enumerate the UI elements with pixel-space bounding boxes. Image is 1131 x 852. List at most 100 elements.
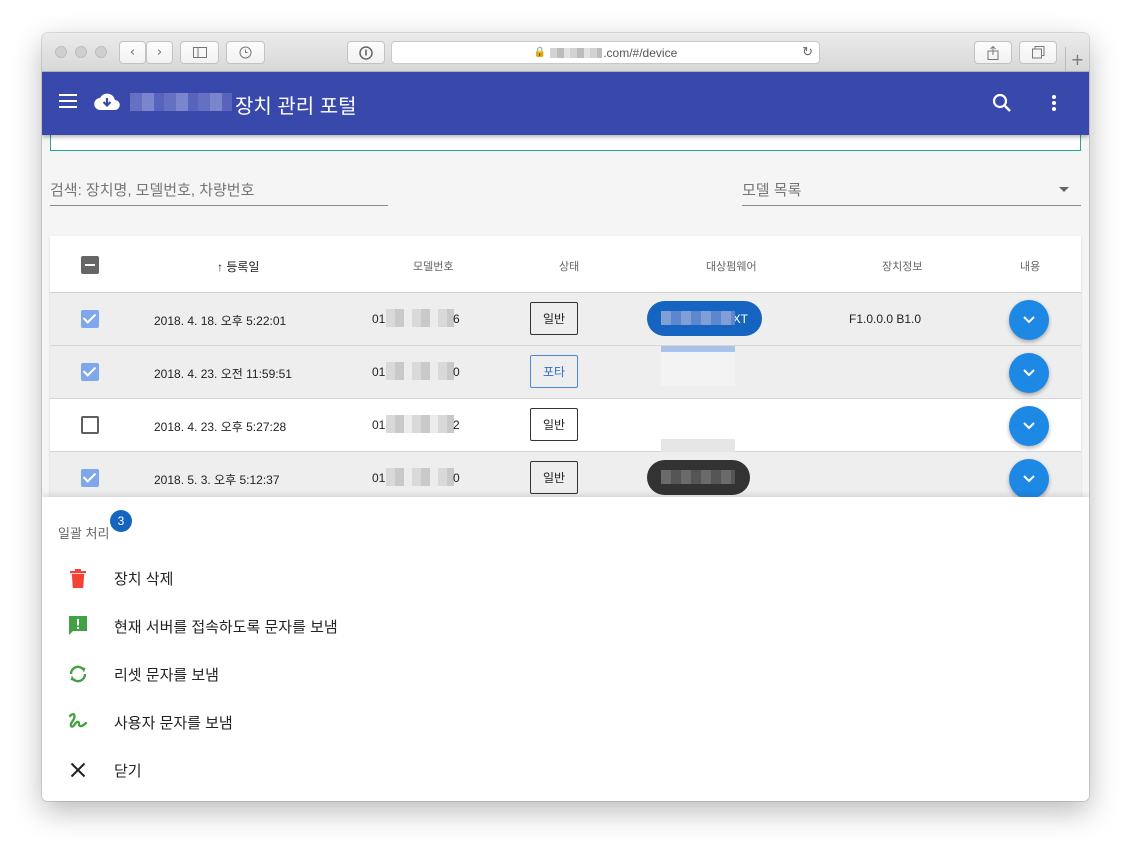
- row-model-prefix: 01: [372, 471, 386, 485]
- history-button[interactable]: [226, 41, 265, 64]
- chevron-left-icon: ‹: [129, 45, 136, 60]
- send-reset-sms-label: 리셋 문자를 보냄: [114, 667, 219, 684]
- row-checkbox[interactable]: [81, 469, 99, 487]
- chevron-down-icon: [1023, 369, 1035, 377]
- redacted-model: [386, 362, 454, 380]
- row-date: 2018. 4. 23. 오전 11:59:51: [154, 367, 292, 381]
- close-icon: [67, 759, 89, 781]
- redacted-model: [386, 309, 454, 327]
- row-checkbox[interactable]: [81, 363, 99, 381]
- row-device-info: F1.0.0.0 B1.0: [849, 312, 922, 326]
- status-badge[interactable]: 일반: [530, 408, 578, 441]
- send-user-sms-label: 사용자 문자를 보냄: [114, 715, 233, 732]
- status-badge[interactable]: 일반: [530, 461, 578, 494]
- close-sheet-action[interactable]: 닫기: [42, 745, 1089, 793]
- status-badge[interactable]: 일반: [530, 302, 578, 335]
- row-checkbox[interactable]: [81, 310, 99, 328]
- expand-button[interactable]: [1009, 406, 1049, 446]
- row-date: 2018. 4. 18. 오후 5:22:01: [154, 314, 287, 328]
- collapsed-panel: [50, 135, 1081, 151]
- row-date: 2018. 5. 3. 오후 5:12:37: [154, 473, 280, 487]
- sidebar-icon: [192, 47, 207, 58]
- search-icon[interactable]: [992, 93, 1012, 113]
- device-table: ↑ 등록일 모델번호 상태 대상펌웨어 장치정보 내용 2018. 4. 18.…: [50, 236, 1081, 497]
- sms-alert-icon: [67, 615, 89, 637]
- expand-button[interactable]: [1009, 353, 1049, 393]
- close-window-button[interactable]: [55, 46, 67, 58]
- page-title: 장치 관리 포털: [235, 96, 357, 118]
- row-model-prefix: 01: [372, 312, 386, 326]
- address-bar[interactable]: 🔒 .com/#/device ↻: [391, 41, 820, 64]
- forward-button[interactable]: ›: [146, 41, 173, 64]
- cloud-download-icon: [94, 93, 120, 111]
- browser-toolbar: ‹ › 🔒 .com/#/device ↻ +: [42, 33, 1089, 72]
- privacy-report-button[interactable]: [347, 41, 385, 64]
- chevron-down-icon: [1023, 475, 1035, 483]
- plus-icon: +: [1070, 50, 1085, 69]
- firmware-chip[interactable]: [647, 460, 750, 495]
- send-connect-sms-action[interactable]: 현재 서버를 접속하도록 문자를 보냄: [42, 601, 1089, 649]
- share-button[interactable]: [974, 41, 1012, 64]
- signature-icon: [67, 711, 89, 733]
- chevron-down-icon: [1023, 422, 1035, 430]
- send-user-sms-action[interactable]: 사용자 문자를 보냄: [42, 697, 1089, 745]
- model-placeholder: 모델 목록: [742, 182, 802, 199]
- header-model: 모델번호: [413, 261, 454, 273]
- header-device-info: 장치정보: [882, 261, 923, 273]
- firmware-chip[interactable]: XT: [647, 301, 762, 336]
- send-connect-sms-label: 현재 서버를 접속하도록 문자를 보냄: [114, 619, 338, 636]
- redacted-model: [386, 415, 454, 433]
- menu-icon[interactable]: [59, 94, 77, 108]
- expand-button[interactable]: [1009, 300, 1049, 340]
- new-tab-button[interactable]: +: [1065, 47, 1089, 72]
- status-badge[interactable]: 포타: [530, 355, 578, 388]
- selection-count-badge: 3: [110, 510, 132, 532]
- delete-device-label: 장치 삭제: [114, 571, 174, 588]
- redacted-firmware: [661, 470, 735, 484]
- reload-icon[interactable]: ↻: [802, 44, 813, 60]
- expand-button[interactable]: [1009, 459, 1049, 497]
- url-text: .com/#/device: [603, 45, 678, 60]
- redacted-firmware: [661, 439, 735, 452]
- back-button[interactable]: ‹: [119, 41, 146, 64]
- select-all-checkbox[interactable]: [81, 256, 99, 274]
- header-status: 상태: [559, 261, 580, 273]
- delete-device-action[interactable]: 장치 삭제: [42, 553, 1089, 601]
- zoom-window-button[interactable]: [95, 46, 107, 58]
- row-date: 2018. 4. 23. 오후 5:27:28: [154, 420, 287, 434]
- table-row[interactable]: 2018. 4. 18. 오후 5:22:01 01 6 일반 XT F1.0.…: [50, 293, 1081, 346]
- header-content: 내용: [1020, 261, 1041, 273]
- clock-icon: [239, 46, 252, 59]
- table-header: ↑ 등록일 모델번호 상태 대상펌웨어 장치정보 내용: [50, 236, 1081, 293]
- app-bar: 장치 관리 포털: [42, 72, 1089, 135]
- chevron-right-icon: ›: [156, 45, 163, 60]
- header-registered-date[interactable]: ↑ 등록일: [217, 258, 259, 275]
- sidebar-button[interactable]: [180, 41, 219, 64]
- table-row[interactable]: 2018. 4. 23. 오전 11:59:51 01 0 포타: [50, 346, 1081, 399]
- table-row[interactable]: 2018. 5. 3. 오후 5:12:37 01 0 일반: [50, 452, 1081, 497]
- redacted-firmware: [661, 311, 735, 325]
- search-placeholder: 검색: 장치명, 모델번호, 차량번호: [50, 182, 255, 199]
- row-model-suffix: 0: [453, 471, 460, 485]
- more-vert-icon[interactable]: [1052, 95, 1056, 113]
- row-model-suffix: 0: [453, 365, 460, 379]
- tabs-overview-button[interactable]: [1019, 41, 1057, 64]
- search-input[interactable]: 검색: 장치명, 모델번호, 차량번호: [50, 179, 388, 206]
- row-model-prefix: 01: [372, 365, 386, 379]
- redacted-brand: [130, 93, 232, 111]
- row-checkbox[interactable]: [81, 416, 99, 434]
- close-sheet-label: 닫기: [114, 763, 142, 780]
- redacted-model: [386, 468, 454, 486]
- row-model-suffix: 2: [453, 418, 460, 432]
- redacted-firmware: [661, 346, 735, 386]
- model-select[interactable]: 모델 목록: [742, 179, 1081, 206]
- header-firmware: 대상펌웨어: [706, 261, 757, 273]
- row-model-suffix: 6: [453, 312, 460, 326]
- table-row[interactable]: 2018. 4. 23. 오후 5:27:28 01 2 일반: [50, 399, 1081, 452]
- send-reset-sms-action[interactable]: 리셋 문자를 보냄: [42, 649, 1089, 697]
- device-list-area: 검색: 장치명, 모델번호, 차량번호 모델 목록 ↑ 등록일 모델번호 상태 …: [42, 135, 1089, 497]
- minimize-window-button[interactable]: [75, 46, 87, 58]
- sync-icon: [67, 663, 89, 685]
- dropdown-arrow-icon: [1059, 187, 1069, 192]
- trash-icon: [67, 567, 89, 589]
